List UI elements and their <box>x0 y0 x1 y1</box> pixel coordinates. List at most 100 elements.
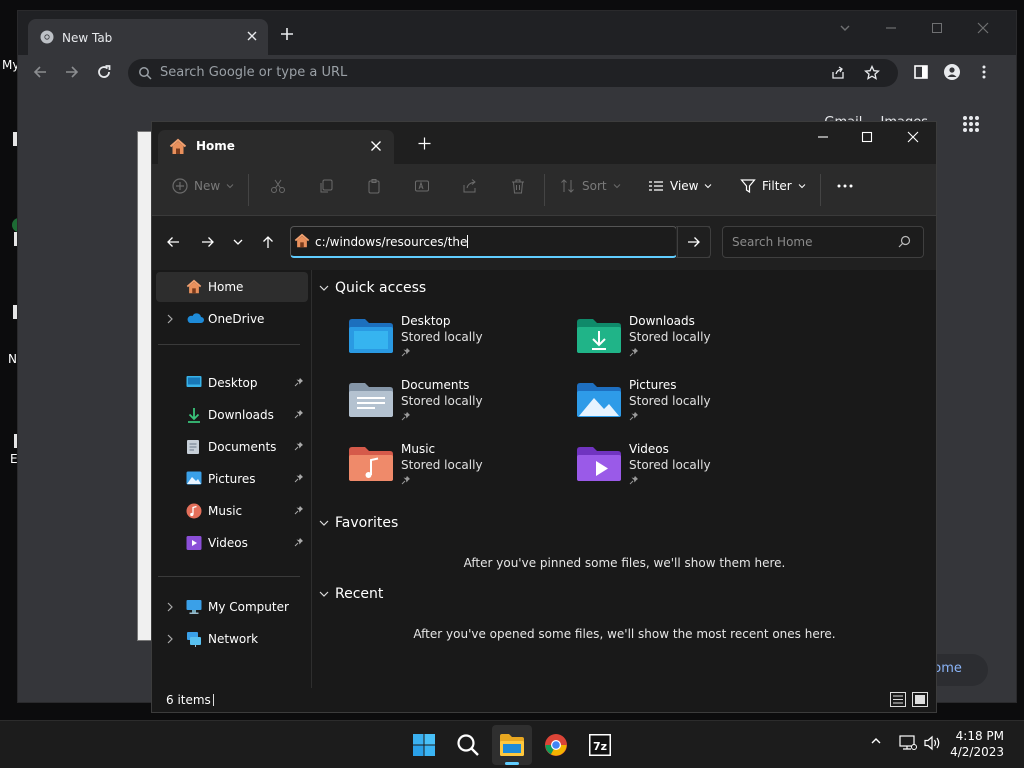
forward-arrow-icon[interactable] <box>201 235 215 249</box>
close-icon[interactable] <box>906 130 920 144</box>
filter-button[interactable]: Filter <box>740 178 806 194</box>
show-hidden-icons-chevron-icon[interactable] <box>870 735 882 747</box>
up-arrow-icon[interactable] <box>261 235 275 249</box>
tab-search-icon[interactable] <box>838 21 852 35</box>
section-header-favorites[interactable]: Favorites <box>319 515 398 531</box>
7zip-taskbar-button[interactable]: 7z <box>580 725 620 765</box>
home-icon <box>294 233 310 249</box>
menu-kebab-icon[interactable] <box>976 64 992 80</box>
quick-access-item-documents[interactable]: Documents Stored locally <box>349 378 549 434</box>
copy-icon[interactable] <box>318 178 334 194</box>
omnibox[interactable]: Search Google or type a URL <box>128 59 898 87</box>
desktop-icon-label[interactable]: N <box>8 352 17 366</box>
omnibox-placeholder: Search Google or type a URL <box>160 65 348 80</box>
nav-item-videos[interactable]: Videos <box>156 528 308 558</box>
taskbar-search-button[interactable] <box>448 725 488 765</box>
close-tab-icon[interactable] <box>370 140 382 152</box>
sort-button[interactable]: Sort <box>560 178 621 194</box>
sort-label: Sort <box>582 179 607 193</box>
nav-item-pictures[interactable]: Pictures <box>156 464 308 494</box>
share-icon[interactable] <box>830 65 846 81</box>
new-tab-icon[interactable] <box>418 137 431 150</box>
bookmark-star-icon[interactable] <box>864 65 880 81</box>
chevron-right-icon[interactable] <box>166 634 174 644</box>
status-bar: 6 items <box>152 688 936 712</box>
side-panel-icon[interactable] <box>913 64 929 80</box>
nav-label: Documents <box>208 440 277 454</box>
nav-label: Home <box>208 280 244 294</box>
nav-label: My Computer <box>208 600 289 614</box>
quick-access-item-desktop[interactable]: Desktop Stored locally <box>349 314 549 370</box>
navigation-pane: Home OneDrive Desktop Downloads Document… <box>152 270 312 690</box>
go-button[interactable] <box>677 226 711 258</box>
quick-access-item-pictures[interactable]: Pictures Stored locally <box>577 378 777 434</box>
section-header-quick-access[interactable]: Quick access <box>319 280 426 296</box>
maximize-icon[interactable] <box>930 21 944 35</box>
more-options-icon[interactable] <box>836 178 854 194</box>
search-placeholder: Search Home <box>732 235 813 249</box>
new-tab-icon[interactable] <box>280 27 294 41</box>
details-view-icon[interactable] <box>890 692 906 707</box>
taskbar-clock[interactable]: 4:18 PM 4/2/2023 <box>950 728 1004 760</box>
chevron-right-icon[interactable] <box>166 602 174 612</box>
profile-icon[interactable] <box>944 64 960 80</box>
minimize-icon[interactable] <box>816 130 830 144</box>
forward-arrow-icon[interactable] <box>64 64 80 80</box>
picture-icon <box>186 471 202 485</box>
search-icon <box>898 235 911 248</box>
chevron-right-icon[interactable] <box>166 314 174 324</box>
quick-access-item-videos[interactable]: Videos Stored locally <box>577 442 777 498</box>
close-icon[interactable] <box>976 21 990 35</box>
address-input-text[interactable]: c:/windows/resources/the <box>315 235 469 249</box>
divider <box>248 174 249 206</box>
nav-item-onedrive[interactable]: OneDrive <box>156 304 308 334</box>
share-icon[interactable] <box>462 178 478 194</box>
back-arrow-icon[interactable] <box>32 64 48 80</box>
minimize-icon[interactable] <box>884 21 898 35</box>
chevron-down-icon <box>226 184 234 189</box>
recent-locations-chevron-icon[interactable] <box>232 235 244 249</box>
delete-icon[interactable] <box>510 178 526 194</box>
view-button[interactable]: View <box>648 178 712 194</box>
volume-icon[interactable] <box>924 735 942 751</box>
close-tab-icon[interactable] <box>246 30 258 42</box>
chevron-down-icon <box>705 184 712 189</box>
maximize-icon[interactable] <box>860 130 874 144</box>
apps-grid-icon[interactable] <box>962 115 980 133</box>
nav-item-network[interactable]: Network <box>156 624 308 654</box>
file-explorer-taskbar-button[interactable] <box>492 725 532 765</box>
pin-icon <box>294 537 304 547</box>
pin-icon <box>294 409 304 419</box>
paste-icon[interactable] <box>366 178 382 194</box>
explorer-tab[interactable]: Home <box>158 130 394 164</box>
pin-icon <box>629 475 639 485</box>
item-name: Downloads <box>629 314 695 328</box>
nav-item-downloads[interactable]: Downloads <box>156 400 308 430</box>
nav-item-home[interactable]: Home <box>156 272 308 302</box>
quick-access-item-downloads[interactable]: Downloads Stored locally <box>577 314 777 370</box>
quick-access-item-music[interactable]: Music Stored locally <box>349 442 549 498</box>
tiles-view-icon[interactable] <box>912 692 928 707</box>
address-bar[interactable]: c:/windows/resources/the <box>290 226 710 258</box>
network-status-icon[interactable] <box>899 735 917 751</box>
nav-item-my-computer[interactable]: My Computer <box>156 592 308 622</box>
nav-item-music[interactable]: Music <box>156 496 308 526</box>
cut-icon[interactable] <box>270 178 286 194</box>
reload-icon[interactable] <box>96 64 112 80</box>
search-box[interactable]: Search Home <box>722 226 924 258</box>
start-button[interactable] <box>404 725 444 765</box>
rename-icon[interactable] <box>414 178 430 194</box>
search-icon <box>138 66 152 80</box>
filter-funnel-icon <box>740 179 756 194</box>
nav-item-documents[interactable]: Documents <box>156 432 308 462</box>
pin-icon <box>294 377 304 387</box>
new-button[interactable]: New <box>172 178 234 194</box>
7zip-icon: 7z <box>589 734 611 756</box>
status-divider <box>213 694 214 706</box>
chrome-taskbar-button[interactable] <box>536 725 576 765</box>
section-header-recent[interactable]: Recent <box>319 586 383 602</box>
chrome-tab[interactable]: New Tab <box>28 19 268 55</box>
pin-icon <box>629 411 639 421</box>
back-arrow-icon[interactable] <box>166 235 180 249</box>
nav-item-desktop[interactable]: Desktop <box>156 368 308 398</box>
